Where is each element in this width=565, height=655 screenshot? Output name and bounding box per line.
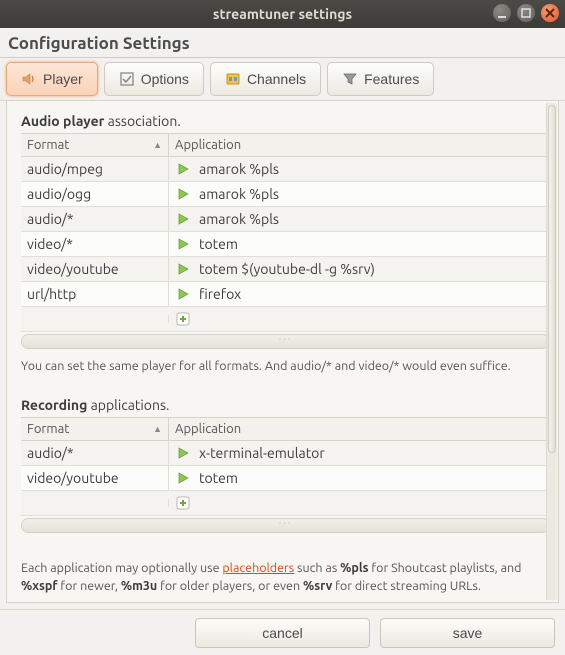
application-text: firefox xyxy=(199,286,241,302)
window-title: streamtuner settings xyxy=(213,6,352,22)
play-icon xyxy=(175,211,191,227)
play-icon xyxy=(175,286,191,302)
dialog-button-bar: cancel save xyxy=(0,609,565,655)
speaker-icon xyxy=(21,71,37,87)
window-controls xyxy=(493,4,559,22)
audio-header-application[interactable]: Application xyxy=(169,134,550,156)
recording-horizontal-scrollbar[interactable] xyxy=(21,518,550,533)
scrollbar-thumb[interactable] xyxy=(548,105,556,453)
tab-player-label: Player xyxy=(43,71,83,87)
audio-hint: You can set the same player for all form… xyxy=(21,357,550,375)
audio-add-row[interactable] xyxy=(21,307,550,332)
format-cell[interactable]: audio/mpeg xyxy=(21,157,169,181)
application-text: amarok %pls xyxy=(199,186,279,202)
format-cell[interactable]: audio/ogg xyxy=(21,182,169,206)
recording-table: Format ▲ Application audio/* x-terminal-e… xyxy=(21,417,550,516)
checkbox-icon xyxy=(119,71,135,87)
audio-row[interactable]: video/* totem xyxy=(21,232,550,257)
tab-features[interactable]: Features xyxy=(327,62,434,96)
recording-row[interactable]: audio/* x-terminal-emulator xyxy=(21,441,550,466)
funnel-icon xyxy=(342,71,358,87)
format-cell[interactable]: audio/* xyxy=(21,207,169,231)
audio-row[interactable]: audio/* amarok %pls xyxy=(21,207,550,232)
add-icon xyxy=(175,311,191,327)
page-heading: Configuration Settings xyxy=(0,28,565,58)
recording-header-application[interactable]: Application xyxy=(169,418,550,440)
play-icon xyxy=(175,261,191,277)
channels-icon xyxy=(225,71,241,87)
window-maximize-button[interactable] xyxy=(517,4,535,22)
audio-header-format[interactable]: Format ▲ xyxy=(21,134,169,156)
recording-section-title: Recording applications. xyxy=(21,397,550,413)
application-cell[interactable]: totem xyxy=(169,466,550,490)
cancel-button[interactable]: cancel xyxy=(195,618,370,648)
format-cell[interactable]: url/http xyxy=(21,282,169,306)
play-icon xyxy=(175,236,191,252)
audio-horizontal-scrollbar[interactable] xyxy=(21,334,550,349)
tab-player[interactable]: Player xyxy=(6,62,98,96)
add-icon xyxy=(175,495,191,511)
application-cell[interactable]: x-terminal-emulator xyxy=(169,441,550,465)
format-cell[interactable]: video/youtube xyxy=(21,257,169,281)
audio-section-title: Audio player association. xyxy=(21,113,550,129)
play-icon xyxy=(175,470,191,486)
play-icon xyxy=(175,186,191,202)
tab-channels-label: Channels xyxy=(247,71,306,87)
content-area: Audio player association. Format ▲ Appli… xyxy=(6,100,559,603)
application-cell[interactable]: firefox xyxy=(169,282,550,306)
sort-indicator-icon: ▲ xyxy=(153,424,162,434)
recording-row[interactable]: video/youtube totem xyxy=(21,466,550,491)
format-cell[interactable]: video/* xyxy=(21,232,169,256)
application-text: totem $(youtube-dl -g %srv) xyxy=(199,261,375,277)
audio-player-table: Format ▲ Application audio/mpeg amarok %p… xyxy=(21,133,550,332)
application-cell[interactable]: totem xyxy=(169,232,550,256)
application-text: amarok %pls xyxy=(199,161,279,177)
application-text: totem xyxy=(199,470,238,486)
save-button[interactable]: save xyxy=(380,618,555,648)
application-text: x-terminal-emulator xyxy=(199,445,325,461)
content-vertical-scrollbar[interactable] xyxy=(546,103,557,600)
recording-table-header: Format ▲ Application xyxy=(21,417,550,441)
window-titlebar: streamtuner settings xyxy=(0,0,565,28)
audio-table-header: Format ▲ Application xyxy=(21,133,550,157)
recording-add-row[interactable] xyxy=(21,491,550,516)
sort-indicator-icon: ▲ xyxy=(153,140,162,150)
format-cell[interactable]: video/youtube xyxy=(21,466,169,490)
tab-toolbar: Player Options Channels Features xyxy=(0,58,565,101)
tab-options-label: Options xyxy=(141,71,189,87)
tab-channels[interactable]: Channels xyxy=(210,62,321,96)
window-close-button[interactable] xyxy=(541,4,559,22)
recording-header-format[interactable]: Format ▲ xyxy=(21,418,169,440)
application-cell[interactable]: amarok %pls xyxy=(169,207,550,231)
audio-row[interactable]: audio/mpeg amarok %pls xyxy=(21,157,550,182)
application-cell[interactable]: amarok %pls xyxy=(169,182,550,206)
recording-hint: Each application may optionally use plac… xyxy=(21,559,550,595)
tab-features-label: Features xyxy=(364,71,419,87)
application-text: totem xyxy=(199,236,238,252)
play-icon xyxy=(175,161,191,177)
audio-row[interactable]: video/youtube totem $(youtube-dl -g %srv) xyxy=(21,257,550,282)
application-cell[interactable]: totem $(youtube-dl -g %srv) xyxy=(169,257,550,281)
application-cell[interactable]: amarok %pls xyxy=(169,157,550,181)
window-minimize-button[interactable] xyxy=(493,4,511,22)
audio-row[interactable]: audio/ogg amarok %pls xyxy=(21,182,550,207)
placeholders-link[interactable]: placeholders xyxy=(222,561,294,575)
play-icon xyxy=(175,445,191,461)
tab-options[interactable]: Options xyxy=(104,62,204,96)
format-cell[interactable]: audio/* xyxy=(21,441,169,465)
application-text: amarok %pls xyxy=(199,211,279,227)
audio-row[interactable]: url/http firefox xyxy=(21,282,550,307)
